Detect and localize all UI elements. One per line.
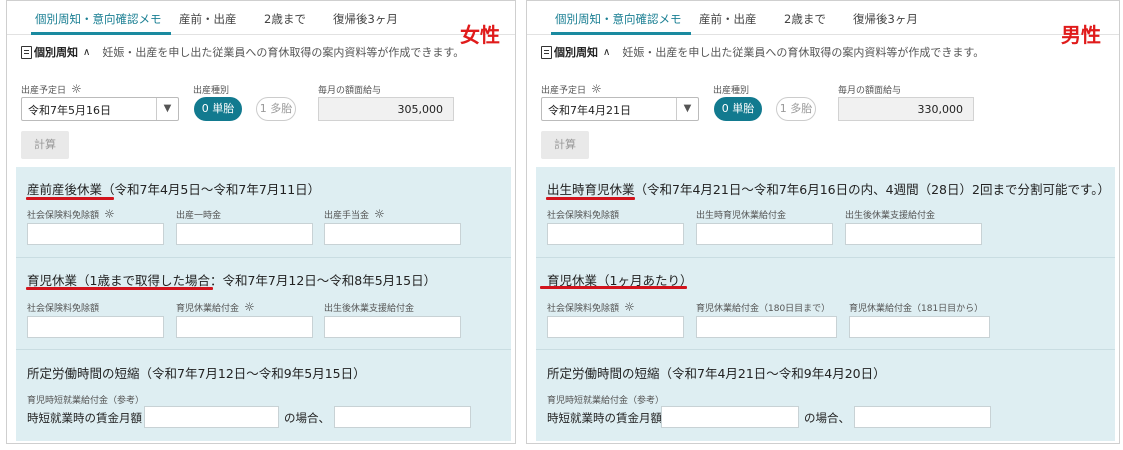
- result-label: 出産手当金 ☼: [324, 207, 385, 221]
- highlight-underline: [540, 286, 687, 289]
- gender-label: 女性: [460, 23, 500, 47]
- single-birth-option[interactable]: 0 単胎: [714, 97, 762, 121]
- triangle-down-icon[interactable]: ▼: [156, 98, 178, 120]
- tab-after-return[interactable]: 復帰後3ヶ月: [333, 11, 398, 27]
- reduced-hours-benefit-label: 育児時短就業給付金（参考）: [547, 396, 665, 406]
- multiple-birth-option[interactable]: 1 多胎: [776, 97, 816, 121]
- gender-label: 男性: [1061, 23, 1101, 47]
- triangle-down-icon[interactable]: ▼: [676, 98, 698, 120]
- highlight-underline: [26, 197, 114, 200]
- single-birth-option[interactable]: 0 単胎: [194, 97, 242, 121]
- tab-prenatal-birth[interactable]: 産前・出産: [699, 11, 757, 27]
- tab-notice-memo[interactable]: 個別周知・意向確認メモ: [555, 11, 682, 27]
- active-tab-indicator: [31, 32, 171, 35]
- maternity-leave-heading: 産前産後休業（令和7年4月5日～令和7年7月11日）: [27, 182, 321, 197]
- multiple-birth-option[interactable]: 1 多胎: [256, 97, 296, 121]
- result-label: 社会保険料免除額: [27, 304, 100, 314]
- due-date-label: 出産予定日 ☼: [21, 82, 82, 96]
- results-area: 産前産後休業（令和7年4月5日～令和7年7月11日） 社会保険料免除額 ☼ 出産一…: [16, 167, 511, 441]
- reduced-hours-benefit-output: [854, 406, 991, 428]
- case-label: の場合、: [284, 411, 330, 425]
- result-label: 出生後休業支援給付金: [845, 211, 936, 221]
- tab-after-return[interactable]: 復帰後3ヶ月: [853, 11, 918, 27]
- reduced-wage-input[interactable]: [661, 406, 799, 428]
- results-area: 出生時育児休業（令和7年4月21日～令和7年6月16日の内、4週間（28日）2回…: [536, 167, 1115, 441]
- document-icon: [541, 45, 552, 59]
- highlight-underline: [26, 287, 213, 290]
- chevron-up-icon[interactable]: ∧: [603, 47, 610, 58]
- document-icon: [21, 45, 32, 59]
- result-label: 育児休業給付金 ☼: [176, 300, 255, 314]
- divider: [536, 257, 1115, 258]
- childcare-benefit-output: [176, 316, 313, 338]
- reduced-wage-label: 時短就業時の賃金月額: [547, 411, 662, 425]
- section-header: 個別周知 ∧ 妊娠・出産を申し出た従業員への育休取得の案内資料等が作成できます。: [541, 44, 984, 60]
- case-label: の場合、: [804, 411, 850, 425]
- reduced-hours-benefit-output: [334, 406, 471, 428]
- reduced-wage-input[interactable]: [144, 406, 279, 428]
- result-label: 育児休業給付金（180日目まで）: [696, 304, 831, 314]
- result-label: 出生後休業支援給付金: [324, 304, 415, 314]
- divider: [536, 349, 1115, 350]
- due-date-select[interactable]: 令和7年5月16日 ▼: [21, 97, 179, 121]
- birth-type-label: 出産種別: [193, 86, 230, 96]
- paternity-leave-heading: 出生時育児休業（令和7年4月21日～令和7年6月16日の内、4週間（28日）2回…: [547, 182, 1110, 197]
- section-title: 個別周知: [34, 46, 78, 59]
- reduced-hours-heading: 所定労働時間の短縮（令和7年7月12日～令和9年5月15日）: [27, 366, 366, 381]
- due-date-label: 出産予定日 ☼: [541, 82, 602, 96]
- panel-male: 個別周知・意向確認メモ 産前・出産 2歳まで 復帰後3ヶ月 男性 個別周知 ∧ …: [526, 0, 1120, 444]
- tab-prenatal-birth[interactable]: 産前・出産: [179, 11, 237, 27]
- tab-until-age-2[interactable]: 2歳まで: [264, 11, 306, 27]
- tab-bar: 個別周知・意向確認メモ 産前・出産 2歳まで 復帰後3ヶ月: [7, 1, 515, 35]
- tab-notice-memo[interactable]: 個別周知・意向確認メモ: [35, 11, 162, 27]
- tab-bar: 個別周知・意向確認メモ 産前・出産 2歳まで 復帰後3ヶ月: [527, 1, 1119, 35]
- divider: [16, 349, 511, 350]
- lightbulb-icon[interactable]: ☼: [71, 83, 82, 95]
- reduced-hours-heading: 所定労働時間の短縮（令和7年4月21日～令和9年4月20日）: [547, 366, 886, 381]
- childcare-benefit-181-output: [849, 316, 990, 338]
- calculate-button[interactable]: 計算: [21, 131, 69, 159]
- section-header: 個別周知 ∧ 妊娠・出産を申し出た従業員への育休取得の案内資料等が作成できます。: [21, 44, 464, 60]
- childcare-benefit-180-output: [696, 316, 837, 338]
- result-label: 出生時育児休業給付金: [696, 211, 787, 221]
- monthly-salary-label: 毎月の額面給与: [838, 86, 902, 96]
- reduced-hours-benefit-label: 育児時短就業給付金（参考）: [27, 396, 145, 406]
- maternity-allowance-output: [324, 223, 461, 245]
- birth-type-label: 出産種別: [713, 86, 750, 96]
- insurance-exemption-output: [27, 223, 164, 245]
- insurance-exemption-output: [547, 316, 684, 338]
- lightbulb-icon[interactable]: ☼: [624, 301, 635, 313]
- insurance-exemption-output: [547, 223, 684, 245]
- panel-female: 個別周知・意向確認メモ 産前・出産 2歳まで 復帰後3ヶ月 女性 個別周知 ∧ …: [6, 0, 516, 444]
- lightbulb-icon[interactable]: ☼: [374, 208, 385, 220]
- result-label: 出産一時金: [176, 211, 222, 221]
- section-description: 妊娠・出産を申し出た従業員への育休取得の案内資料等が作成できます。: [102, 46, 465, 59]
- due-date-select[interactable]: 令和7年4月21日 ▼: [541, 97, 699, 121]
- reduced-wage-label: 時短就業時の賃金月額: [27, 411, 142, 425]
- result-label: 育児休業給付金（181日目から）: [849, 304, 984, 314]
- childbirth-lump-sum-output: [176, 223, 313, 245]
- lightbulb-icon[interactable]: ☼: [104, 208, 115, 220]
- lightbulb-icon[interactable]: ☼: [591, 83, 602, 95]
- section-title: 個別周知: [554, 46, 598, 59]
- calculate-button[interactable]: 計算: [541, 131, 589, 159]
- active-tab-indicator: [551, 32, 691, 35]
- section-description: 妊娠・出産を申し出た従業員への育休取得の案内資料等が作成できます。: [622, 46, 985, 59]
- monthly-salary-input[interactable]: 305,000: [318, 97, 454, 121]
- paternity-benefit-output: [696, 223, 833, 245]
- result-label: 社会保険料免除額 ☼: [547, 300, 635, 314]
- lightbulb-icon[interactable]: ☼: [244, 301, 255, 313]
- monthly-salary-input[interactable]: 330,000: [838, 97, 974, 121]
- postnatal-support-output: [324, 316, 461, 338]
- postnatal-support-output: [845, 223, 982, 245]
- insurance-exemption-output: [27, 316, 164, 338]
- monthly-salary-label: 毎月の額面給与: [318, 86, 382, 96]
- result-label: 社会保険料免除額 ☼: [27, 207, 115, 221]
- tab-until-age-2[interactable]: 2歳まで: [784, 11, 826, 27]
- chevron-up-icon[interactable]: ∧: [83, 47, 90, 58]
- result-label: 社会保険料免除額: [547, 211, 620, 221]
- highlight-underline: [546, 197, 635, 200]
- divider: [16, 257, 511, 258]
